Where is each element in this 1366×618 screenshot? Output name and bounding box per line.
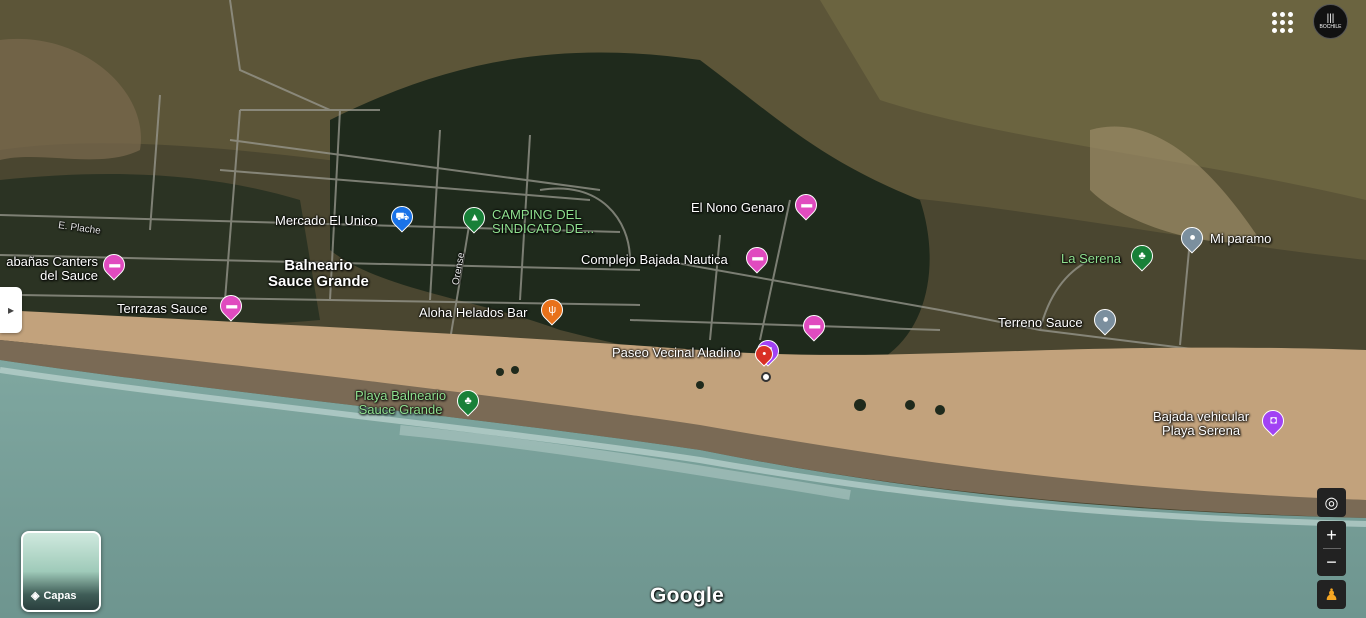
- chevron-right-icon: ▸: [7, 303, 15, 317]
- location-dot-icon: [761, 372, 771, 382]
- zoom-in-button[interactable]: +: [1326, 522, 1337, 548]
- place-label: Aloha Helados Bar: [419, 305, 528, 320]
- avatar-text: BOCHILE: [1319, 23, 1342, 30]
- collapse-panel-button[interactable]: ▸: [0, 287, 22, 333]
- place-label: abañas Canters del Sauce: [6, 254, 98, 283]
- place-label: Bajada vehicular Playa Serena: [1153, 409, 1250, 438]
- place-label: Terrazas Sauce: [117, 301, 208, 316]
- place-label: Playa Balneario Sauce Grande: [355, 388, 447, 417]
- my-location-button[interactable]: ◎: [1317, 488, 1346, 517]
- place-label: Paseo Vecinal Aladino: [612, 345, 741, 360]
- apps-grid-icon[interactable]: [1270, 10, 1294, 34]
- crosshair-icon: ◎: [1324, 494, 1339, 512]
- place-label: Mercado El Unico: [275, 213, 378, 228]
- google-logo: Google: [650, 584, 725, 607]
- place-label: CAMPING DEL SINDICATO DE...: [492, 207, 595, 236]
- area-label-balneario: Balneario Sauce Grande: [268, 257, 369, 290]
- avatar[interactable]: ||| BOCHILE: [1313, 4, 1348, 39]
- layers-button[interactable]: ◈ Capas: [21, 531, 101, 612]
- pegman-icon: ♟: [1324, 586, 1339, 604]
- layers-label: Capas: [43, 589, 77, 602]
- street-view-pegman-button[interactable]: ♟: [1317, 580, 1346, 609]
- zoom-controls: + −: [1317, 521, 1346, 576]
- layers-icon: ◈: [31, 590, 40, 602]
- place-label: Mi paramo: [1210, 231, 1272, 246]
- place-label: La Serena: [1061, 251, 1121, 266]
- place-label: Complejo Bajada Nautica: [581, 252, 728, 267]
- zoom-out-button[interactable]: −: [1326, 549, 1337, 575]
- place-label: El Nono Genaro: [691, 200, 785, 215]
- place-label: Terreno Sauce: [998, 315, 1083, 330]
